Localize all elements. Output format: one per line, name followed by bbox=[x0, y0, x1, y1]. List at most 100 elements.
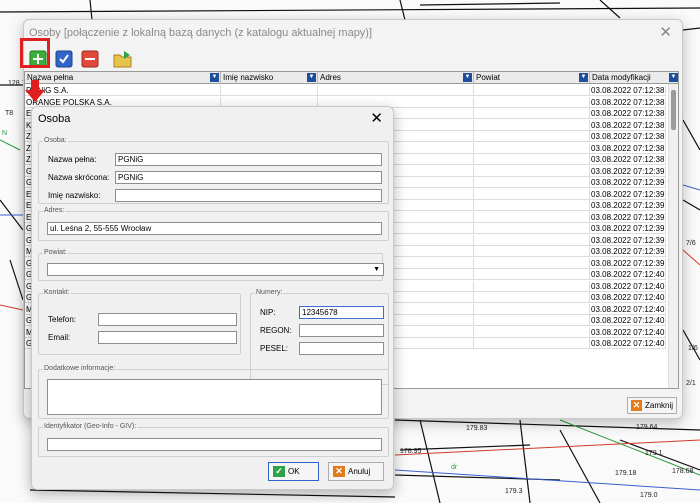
accept-button[interactable] bbox=[54, 49, 74, 69]
table-cell bbox=[474, 131, 590, 142]
delete-button[interactable] bbox=[80, 49, 100, 69]
group-label: Dodatkowe informacje: bbox=[43, 365, 117, 372]
scrollbar-thumb[interactable] bbox=[671, 90, 676, 130]
group-label: Powiat: bbox=[43, 249, 68, 256]
field-label: Nazwa skrócona: bbox=[48, 173, 110, 182]
table-cell: 03.08.2022 07:12:38 bbox=[590, 119, 666, 131]
table-cell: 03.08.2022 07:12:40 bbox=[590, 338, 666, 349]
map-label: 179.64 bbox=[636, 424, 658, 431]
regon-field[interactable] bbox=[299, 324, 384, 337]
map-label: 1/6 bbox=[688, 345, 698, 352]
field-label: REGON: bbox=[260, 326, 292, 335]
table-cell: 03.08.2022 07:12:39 bbox=[590, 211, 666, 223]
identyfikator-field[interactable] bbox=[47, 438, 382, 451]
group-label: Adres: bbox=[43, 207, 66, 214]
cancel-button[interactable]: ✕ Anuluj bbox=[328, 462, 384, 481]
check-icon: ✓ bbox=[273, 466, 285, 477]
column-header[interactable]: Adres ▼ bbox=[318, 72, 474, 84]
table-cell: 03.08.2022 07:12:39 bbox=[590, 257, 666, 269]
table-row[interactable]: PGNiG S.A. 03.08.2022 07:12:38 bbox=[25, 85, 666, 96]
close-button[interactable]: ✕ Zamknij bbox=[627, 397, 677, 414]
imie-nazwisko-field[interactable] bbox=[115, 189, 382, 202]
field-label: PESEL: bbox=[260, 344, 289, 353]
nazwa-pelna-field[interactable]: PGNiG bbox=[115, 153, 382, 166]
chevron-down-icon[interactable]: ▼ bbox=[463, 73, 472, 82]
table-cell: 03.08.2022 07:12:39 bbox=[590, 177, 666, 188]
group-label: Osoba: bbox=[43, 137, 68, 144]
telefon-field[interactable] bbox=[98, 313, 237, 326]
table-cell bbox=[474, 200, 590, 211]
table-cell: 03.08.2022 07:12:40 bbox=[590, 326, 666, 338]
table-cell bbox=[474, 257, 590, 269]
close-icon[interactable]: ✕ bbox=[370, 109, 383, 127]
delete-icon bbox=[81, 50, 99, 68]
table-cell: 03.08.2022 07:12:40 bbox=[590, 292, 666, 303]
field-label: Telefon: bbox=[48, 315, 77, 324]
ok-button[interactable]: ✓ OK bbox=[268, 462, 319, 481]
group-osoba: Osoba: Nazwa pełna: PGNiG Nazwa skrócona… bbox=[38, 137, 389, 204]
nazwa-skrocona-field[interactable]: PGNiG bbox=[115, 171, 382, 184]
field-label: Email: bbox=[48, 333, 71, 342]
table-cell bbox=[474, 246, 590, 257]
table-cell bbox=[474, 119, 590, 131]
map-label: 178.95 bbox=[400, 448, 422, 455]
pesel-field[interactable] bbox=[299, 342, 384, 355]
table-cell: 03.08.2022 07:12:38 bbox=[590, 108, 666, 119]
chevron-down-icon: ▼ bbox=[373, 266, 380, 273]
table-cell bbox=[474, 96, 590, 108]
chevron-down-icon[interactable]: ▼ bbox=[210, 73, 219, 82]
map-label: 7/6 bbox=[686, 240, 696, 247]
column-header[interactable]: Data modyfikacji ▼ bbox=[590, 72, 678, 84]
cancel-button-label: Anuluj bbox=[348, 467, 371, 476]
group-adres: Adres: ul. Leśna 2, 55-555 Wrocław bbox=[38, 207, 389, 241]
table-cell: 03.08.2022 07:12:40 bbox=[590, 315, 666, 326]
table-cell bbox=[221, 85, 318, 96]
nip-field[interactable]: 12345678 bbox=[299, 306, 384, 319]
close-icon: ✕ bbox=[631, 400, 642, 411]
table-cell bbox=[318, 85, 474, 96]
column-header-label: Data modyfikacji bbox=[592, 73, 651, 82]
table-cell: 03.08.2022 07:12:40 bbox=[590, 269, 666, 280]
map-label: 179.18 bbox=[615, 470, 637, 477]
column-header[interactable]: Imię nazwisko ▼ bbox=[221, 72, 318, 84]
table-cell bbox=[474, 188, 590, 200]
field-label: Nazwa pełna: bbox=[48, 155, 97, 164]
table-cell bbox=[474, 269, 590, 280]
group-dodatkowe: Dodatkowe informacje: bbox=[38, 365, 389, 419]
add-button-highlight bbox=[20, 38, 50, 68]
chevron-down-icon[interactable]: ▼ bbox=[579, 73, 588, 82]
table-cell: 03.08.2022 07:12:39 bbox=[590, 246, 666, 257]
group-kontakt: Kontakt: Telefon: Email: bbox=[38, 289, 241, 355]
table-cell: 03.08.2022 07:12:38 bbox=[590, 142, 666, 154]
window-title: Osoby [połączenie z lokalną bazą danych … bbox=[29, 27, 373, 39]
map-label: T8 bbox=[5, 110, 14, 117]
powiat-select[interactable]: ▼ bbox=[47, 263, 384, 276]
table-cell: 03.08.2022 07:12:38 bbox=[590, 131, 666, 142]
osoba-dialog: Osoba ✕ Osoba: Nazwa pełna: PGNiG Nazwa … bbox=[31, 106, 394, 490]
dodatkowe-informacje-textarea[interactable] bbox=[47, 379, 382, 415]
group-label: Identyfikator (Geo-Info - GIV): bbox=[43, 423, 138, 430]
group-powiat: Powiat: ▼ bbox=[38, 249, 384, 281]
field-label: NIP: bbox=[260, 308, 276, 317]
vertical-scrollbar[interactable] bbox=[668, 84, 678, 388]
adres-field[interactable]: ul. Leśna 2, 55-555 Wrocław bbox=[47, 222, 382, 235]
folder-refresh-button[interactable] bbox=[112, 49, 132, 69]
map-label: 2/1 bbox=[686, 380, 696, 387]
map-label: N bbox=[2, 130, 8, 137]
column-header[interactable]: Powiat ▼ bbox=[474, 72, 590, 84]
table-cell bbox=[474, 315, 590, 326]
table-cell bbox=[474, 223, 590, 234]
email-field[interactable] bbox=[98, 331, 237, 344]
group-identyfikator: Identyfikator (Geo-Info - GIV): bbox=[38, 423, 389, 457]
map-label: 179.83 bbox=[466, 425, 488, 432]
table-cell bbox=[474, 177, 590, 188]
table-cell bbox=[474, 303, 590, 315]
chevron-down-icon[interactable]: ▼ bbox=[307, 73, 316, 82]
table-cell: 03.08.2022 07:12:39 bbox=[590, 223, 666, 234]
map-label: 179.1 bbox=[645, 450, 663, 457]
table-cell: 03.08.2022 07:12:39 bbox=[590, 165, 666, 177]
column-header[interactable]: Nazwa pełna ▼ bbox=[25, 72, 221, 84]
chevron-down-icon[interactable]: ▼ bbox=[669, 73, 678, 82]
map-label: 179.0 bbox=[640, 492, 658, 499]
close-icon[interactable]: ✕ bbox=[659, 23, 672, 41]
